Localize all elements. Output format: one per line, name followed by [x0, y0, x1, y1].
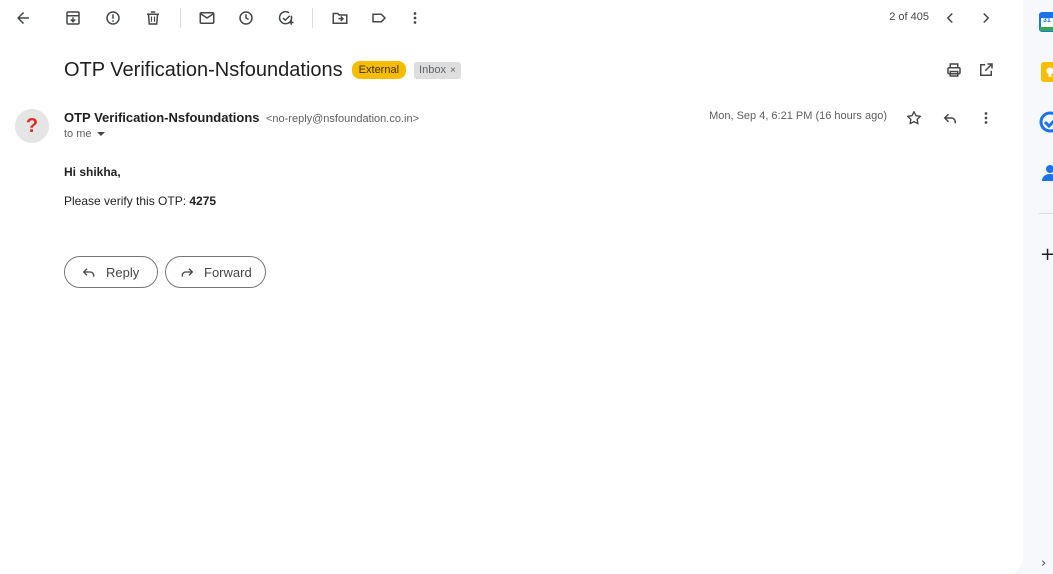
back-arrow-icon[interactable] [9, 4, 37, 32]
message-counter: 2 of 405 [889, 11, 929, 23]
label-icon[interactable] [365, 4, 393, 32]
add-task-icon[interactable] [272, 4, 300, 32]
more-vert-icon[interactable] [401, 4, 429, 32]
sender-name[interactable]: OTP Verification-Nsfoundations [64, 110, 260, 125]
caret-down-icon [96, 132, 105, 136]
sender-avatar[interactable]: ? [15, 109, 49, 143]
subject-row: OTP Verification-Nsfoundations External … [64, 57, 461, 83]
remove-label-icon[interactable]: × [450, 64, 456, 77]
older-chevron-icon[interactable] [936, 4, 964, 32]
add-icon[interactable]: + [1040, 244, 1053, 265]
message-datetime: Mon, Sep 4, 6:21 PM (16 hours ago) [709, 110, 887, 122]
external-label[interactable]: External [351, 61, 407, 79]
toolbar-divider [312, 8, 313, 28]
expand-chevron-icon[interactable]: › [1041, 556, 1046, 571]
sender-line: OTP Verification-Nsfoundations <no-reply… [64, 109, 419, 127]
keep-icon[interactable] [1039, 61, 1053, 83]
move-to-icon[interactable] [326, 4, 354, 32]
reply-icon[interactable] [936, 104, 964, 132]
open-new-window-icon[interactable] [972, 56, 1000, 84]
side-panel: 31 + › [1023, 0, 1053, 574]
calendar-icon[interactable]: 31 [1039, 11, 1053, 33]
forward-label: Forward [204, 264, 252, 280]
toolbar-divider [180, 8, 181, 28]
otp-code: 4275 [189, 194, 217, 208]
snooze-icon[interactable] [232, 4, 260, 32]
greeting-text: Hi shikha, [64, 165, 121, 179]
delete-icon[interactable] [139, 4, 167, 32]
mail-view: 2 of 405 OTP Verification-Nsfoundations … [0, 0, 1023, 574]
forward-arrow-icon [181, 268, 194, 277]
calendar-day: 31 [1043, 17, 1051, 24]
reply-arrow-icon [82, 268, 95, 277]
print-icon[interactable] [940, 56, 968, 84]
star-icon[interactable] [900, 104, 928, 132]
message-body: Hi shikha, Please verify this OTP: 4275 [64, 165, 216, 208]
otp-prefix: Please verify this OTP: [64, 194, 190, 208]
side-panel-divider [1039, 213, 1053, 214]
inbox-label[interactable]: Inbox × [414, 61, 461, 79]
email-subject: OTP Verification-Nsfoundations [64, 58, 343, 81]
contacts-icon[interactable] [1039, 161, 1053, 183]
sender-email: <no-reply@nsfoundation.co.in> [265, 113, 420, 125]
reply-button[interactable]: Reply [64, 256, 158, 288]
tasks-icon[interactable] [1039, 111, 1053, 133]
archive-icon[interactable] [59, 4, 87, 32]
report-spam-icon[interactable] [99, 4, 127, 32]
recipient-text: to me [64, 128, 92, 140]
recipient-details-toggle[interactable]: to me [64, 128, 105, 140]
toolbar: 2 of 405 [0, 0, 1023, 36]
message-more-icon[interactable] [972, 104, 1000, 132]
newer-chevron-icon[interactable] [972, 4, 1000, 32]
reply-label: Reply [106, 264, 140, 280]
forward-button[interactable]: Forward [165, 256, 266, 288]
mark-unread-icon[interactable] [193, 4, 221, 32]
avatar-glyph: ? [25, 114, 39, 137]
inbox-label-text: Inbox [419, 63, 446, 76]
otp-line: Please verify this OTP: 4275 [64, 194, 216, 208]
